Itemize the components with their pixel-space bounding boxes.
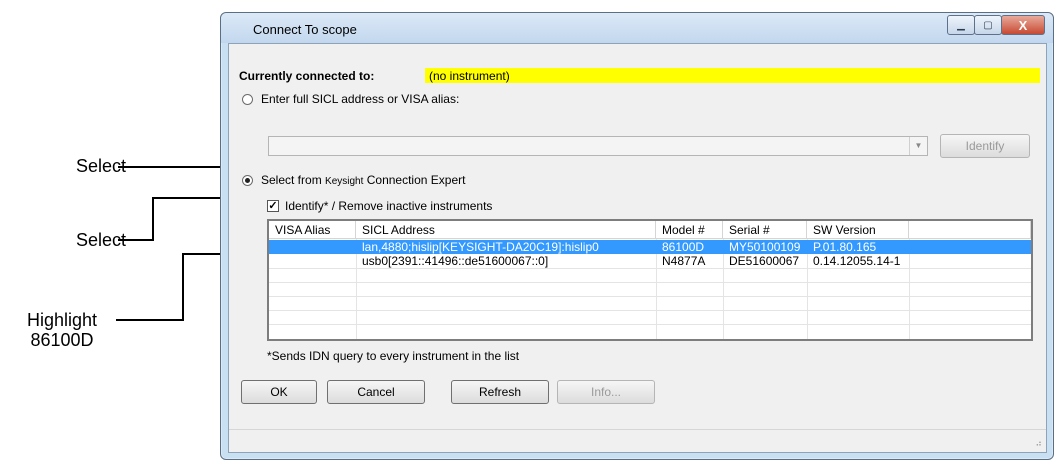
window-controls: ▁ ▢ X bbox=[947, 15, 1045, 35]
instrument-list[interactable]: VISA Alias SICL Address Model # Serial #… bbox=[267, 219, 1033, 341]
address-combobox[interactable]: ▼ bbox=[268, 136, 928, 156]
identify-checkbox-label: Identify* / Remove inactive instruments bbox=[285, 199, 493, 213]
status-bar: ⠴ bbox=[229, 429, 1046, 452]
expert-radio-label: Select from Keysight Connection Expert bbox=[261, 173, 465, 187]
connect-dialog: Connect To scope ▁ ▢ X Currently connect… bbox=[220, 12, 1054, 460]
connected-value: (no instrument) bbox=[429, 69, 510, 83]
cell-serial: DE51600067 bbox=[729, 254, 800, 268]
grid-line bbox=[269, 310, 1031, 311]
callout-line-select-checkbox-v bbox=[152, 197, 154, 241]
sicl-radio-button[interactable] bbox=[242, 94, 253, 105]
callout-line-highlight-v bbox=[182, 253, 184, 321]
refresh-button[interactable]: Refresh bbox=[451, 380, 549, 404]
footnote: *Sends IDN query to every instrument in … bbox=[267, 349, 520, 363]
callout-highlight-line2: 86100D bbox=[30, 330, 94, 350]
grid-line bbox=[269, 282, 1031, 283]
callout-line-highlight-h1 bbox=[116, 319, 184, 321]
column-header-sw-version[interactable]: SW Version bbox=[807, 221, 909, 239]
chevron-down-icon[interactable]: ▼ bbox=[909, 137, 927, 155]
window-title: Connect To scope bbox=[253, 22, 357, 37]
ok-button[interactable]: OK bbox=[241, 380, 317, 404]
grid-line bbox=[269, 324, 1031, 325]
cell-model: N4877A bbox=[662, 254, 706, 268]
column-header-model[interactable]: Model # bbox=[656, 221, 723, 239]
callout-highlight-line1: Highlight bbox=[26, 310, 98, 330]
close-button[interactable]: X bbox=[1001, 15, 1045, 35]
column-header-serial[interactable]: Serial # bbox=[723, 221, 807, 239]
callout-line-select-radio bbox=[118, 166, 228, 168]
cancel-button[interactable]: Cancel bbox=[327, 380, 425, 404]
table-row[interactable]: lan,4880;hislip[KEYSIGHT-DA20C19]:hislip… bbox=[269, 240, 1031, 254]
cell-sicl-address: lan,4880;hislip[KEYSIGHT-DA20C19]:hislip… bbox=[362, 240, 599, 254]
connected-label: Currently connected to: bbox=[239, 69, 375, 83]
cell-sw-version: 0.14.12055.14-1 bbox=[813, 254, 901, 268]
info-button[interactable]: Info... bbox=[557, 380, 655, 404]
grid-line bbox=[269, 296, 1031, 297]
column-header-filler bbox=[909, 221, 1031, 239]
title-bar[interactable]: Connect To scope ▁ ▢ X bbox=[221, 13, 1053, 43]
cell-serial: MY50100109 bbox=[729, 240, 801, 254]
identify-button[interactable]: Identify bbox=[940, 134, 1030, 158]
minimize-button[interactable]: ▁ bbox=[947, 15, 975, 35]
cell-sicl-address: usb0[2391::41496::de51600067::0] bbox=[362, 254, 549, 268]
maximize-button[interactable]: ▢ bbox=[974, 15, 1002, 35]
cell-model: 86100D bbox=[662, 240, 705, 254]
dialog-client-area: Currently connected to: (no instrument) … bbox=[228, 43, 1047, 453]
callout-line-select-checkbox-h1 bbox=[118, 239, 154, 241]
expert-radio-suffix: Connection Expert bbox=[363, 173, 466, 187]
expert-radio-button[interactable] bbox=[242, 175, 253, 186]
grid-line bbox=[269, 268, 1031, 269]
expert-radio-brand: Keysight bbox=[325, 176, 364, 187]
sicl-radio-label: Enter full SICL address or VISA alias: bbox=[261, 92, 460, 106]
expert-radio-prefix: Select from bbox=[261, 173, 326, 187]
callout-highlight: Highlight 86100D bbox=[12, 310, 112, 350]
identify-checkbox[interactable]: ✓ bbox=[267, 200, 279, 212]
column-header-sicl-address[interactable]: SICL Address bbox=[356, 221, 656, 239]
connected-highlight bbox=[425, 68, 1040, 83]
table-row[interactable]: usb0[2391::41496::de51600067::0] N4877A … bbox=[269, 254, 1031, 268]
size-grip-icon[interactable]: ⠴ bbox=[1035, 438, 1042, 449]
column-header-visa-alias[interactable]: VISA Alias bbox=[269, 221, 356, 239]
cell-sw-version: P.01.80.165 bbox=[813, 240, 877, 254]
